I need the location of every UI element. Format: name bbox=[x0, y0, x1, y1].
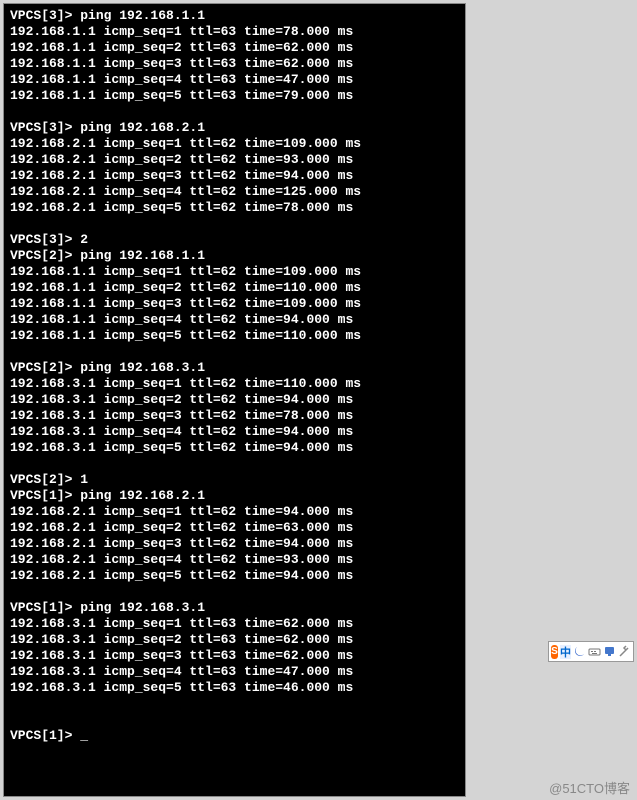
ime-toolbar[interactable]: S 中 bbox=[548, 641, 634, 662]
terminal-prompt: VPCS[1]> ping 192.168.2.1 bbox=[10, 488, 459, 504]
ping-response-line: 192.168.1.1 icmp_seq=5 ttl=62 time=110.0… bbox=[10, 328, 459, 344]
ping-response-line: 192.168.2.1 icmp_seq=3 ttl=62 time=94.00… bbox=[10, 536, 459, 552]
terminal-prompt: VPCS[2]> ping 192.168.1.1 bbox=[10, 248, 459, 264]
softkeyboard-icon[interactable] bbox=[588, 645, 601, 659]
ping-response-line: 192.168.1.1 icmp_seq=4 ttl=62 time=94.00… bbox=[10, 312, 459, 328]
blank-line bbox=[10, 216, 459, 232]
ping-response-line: 192.168.3.1 icmp_seq=3 ttl=62 time=78.00… bbox=[10, 408, 459, 424]
ping-response-line: 192.168.2.1 icmp_seq=1 ttl=62 time=94.00… bbox=[10, 504, 459, 520]
terminal-prompt: VPCS[1]> ping 192.168.3.1 bbox=[10, 600, 459, 616]
ping-response-line: 192.168.2.1 icmp_seq=1 ttl=62 time=109.0… bbox=[10, 136, 459, 152]
ping-response-line: 192.168.3.1 icmp_seq=5 ttl=62 time=94.00… bbox=[10, 440, 459, 456]
skin-icon[interactable] bbox=[603, 645, 616, 659]
blank-line bbox=[10, 456, 459, 472]
terminal-prompt: VPCS[2]> 1 bbox=[10, 472, 459, 488]
ping-response-line: 192.168.3.1 icmp_seq=4 ttl=63 time=47.00… bbox=[10, 664, 459, 680]
ping-response-line: 192.168.3.1 icmp_seq=5 ttl=63 time=46.00… bbox=[10, 680, 459, 696]
ping-response-line: 192.168.1.1 icmp_seq=4 ttl=63 time=47.00… bbox=[10, 72, 459, 88]
ping-response-line: 192.168.3.1 icmp_seq=3 ttl=63 time=62.00… bbox=[10, 648, 459, 664]
ping-response-line: 192.168.1.1 icmp_seq=3 ttl=62 time=109.0… bbox=[10, 296, 459, 312]
ping-response-line: 192.168.2.1 icmp_seq=3 ttl=62 time=94.00… bbox=[10, 168, 459, 184]
ping-response-line: 192.168.1.1 icmp_seq=5 ttl=63 time=79.00… bbox=[10, 88, 459, 104]
ping-response-line: 192.168.2.1 icmp_seq=2 ttl=62 time=93.00… bbox=[10, 152, 459, 168]
terminal-prompt: VPCS[3]> ping 192.168.2.1 bbox=[10, 120, 459, 136]
ping-response-line: 192.168.3.1 icmp_seq=2 ttl=63 time=62.00… bbox=[10, 632, 459, 648]
ping-response-line: 192.168.3.1 icmp_seq=2 ttl=62 time=94.00… bbox=[10, 392, 459, 408]
terminal-prompt: VPCS[3]> 2 bbox=[10, 232, 459, 248]
ping-response-line: 192.168.1.1 icmp_seq=1 ttl=62 time=109.0… bbox=[10, 264, 459, 280]
punctuation-icon[interactable] bbox=[573, 645, 586, 659]
blank-line bbox=[10, 104, 459, 120]
watermark-text: @51CTO博客 bbox=[549, 778, 630, 797]
ping-response-line: 192.168.2.1 icmp_seq=5 ttl=62 time=94.00… bbox=[10, 568, 459, 584]
terminal-prompt: VPCS[2]> ping 192.168.3.1 bbox=[10, 360, 459, 376]
ping-response-line: 192.168.1.1 icmp_seq=2 ttl=63 time=62.00… bbox=[10, 40, 459, 56]
blank-line bbox=[10, 712, 459, 728]
blank-line bbox=[10, 696, 459, 712]
ping-response-line: 192.168.2.1 icmp_seq=2 ttl=62 time=63.00… bbox=[10, 520, 459, 536]
ping-response-line: 192.168.1.1 icmp_seq=3 ttl=63 time=62.00… bbox=[10, 56, 459, 72]
terminal-window[interactable]: VPCS[3]> ping 192.168.1.1192.168.1.1 icm… bbox=[3, 3, 466, 797]
ping-response-line: 192.168.3.1 icmp_seq=4 ttl=62 time=94.00… bbox=[10, 424, 459, 440]
blank-line bbox=[10, 344, 459, 360]
ping-response-line: 192.168.3.1 icmp_seq=1 ttl=63 time=62.00… bbox=[10, 616, 459, 632]
ping-response-line: 192.168.3.1 icmp_seq=1 ttl=62 time=110.0… bbox=[10, 376, 459, 392]
chinese-mode-icon[interactable]: 中 bbox=[560, 645, 571, 659]
terminal-prompt: VPCS[3]> ping 192.168.1.1 bbox=[10, 8, 459, 24]
ping-response-line: 192.168.2.1 icmp_seq=4 ttl=62 time=93.00… bbox=[10, 552, 459, 568]
ping-response-line: 192.168.1.1 icmp_seq=1 ttl=63 time=78.00… bbox=[10, 24, 459, 40]
ping-response-line: 192.168.2.1 icmp_seq=4 ttl=62 time=125.0… bbox=[10, 184, 459, 200]
settings-icon[interactable] bbox=[618, 645, 631, 659]
ping-response-line: 192.168.1.1 icmp_seq=2 ttl=62 time=110.0… bbox=[10, 280, 459, 296]
blank-line bbox=[10, 584, 459, 600]
terminal-prompt-active[interactable]: VPCS[1]> _ bbox=[10, 728, 459, 744]
ping-response-line: 192.168.2.1 icmp_seq=5 ttl=62 time=78.00… bbox=[10, 200, 459, 216]
sogou-icon[interactable]: S bbox=[551, 645, 558, 659]
